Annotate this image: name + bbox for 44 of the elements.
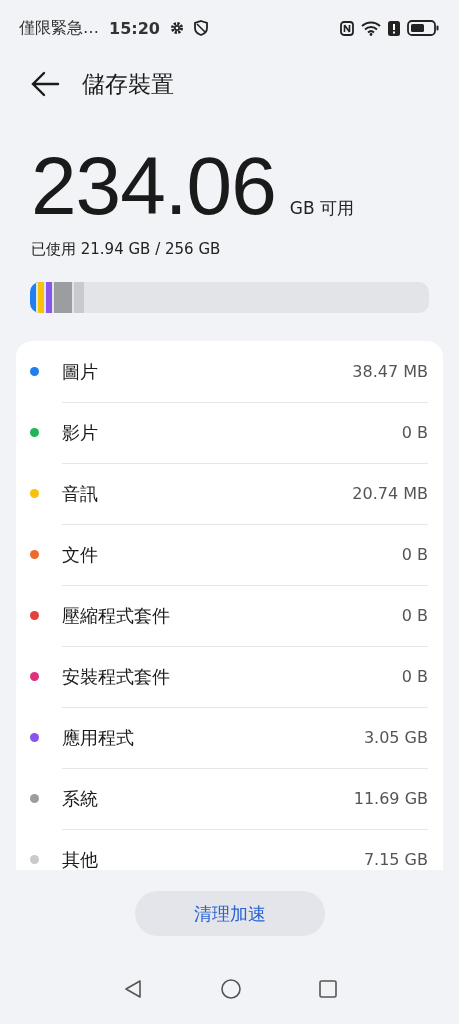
category-name: 系統	[62, 786, 99, 811]
category-row[interactable]: 其他 7.15 GB	[16, 829, 443, 870]
back-button[interactable]	[30, 71, 60, 97]
category-name: 文件	[62, 542, 99, 567]
category-size: 38.47 MB	[352, 362, 428, 381]
category-name: 安裝程式套件	[62, 664, 171, 689]
category-name: 影片	[62, 420, 99, 445]
wifi-icon	[361, 20, 381, 36]
category-size: 7.15 GB	[363, 850, 428, 869]
category-name: 壓縮程式套件	[62, 603, 171, 628]
category-name: 音訊	[62, 481, 99, 506]
category-row[interactable]: 圖片 38.47 MB	[16, 341, 443, 402]
recents-nav-icon[interactable]	[318, 980, 337, 998]
shield-icon	[193, 20, 208, 36]
category-name: 應用程式	[62, 725, 135, 750]
category-size: 20.74 MB	[352, 484, 428, 503]
battery-icon	[407, 20, 439, 36]
clean-up-button[interactable]: 清理加速	[134, 891, 325, 936]
page-title: 儲存裝置	[82, 69, 174, 99]
nfc-icon	[340, 20, 354, 36]
back-nav-icon[interactable]	[122, 979, 143, 999]
category-row[interactable]: 音訊 20.74 MB	[16, 463, 443, 524]
home-nav-icon[interactable]	[220, 979, 241, 999]
category-name: 圖片	[62, 359, 99, 384]
category-size: 0 B	[401, 606, 428, 625]
available-space: 234.06	[31, 142, 276, 230]
category-size: 0 B	[401, 667, 428, 686]
back-arrow-icon	[30, 71, 60, 97]
alert-icon	[388, 20, 400, 36]
used-space-text: 已使用 21.94 GB / 256 GB	[31, 240, 222, 259]
available-unit: GB 可用	[289, 197, 355, 220]
category-row[interactable]: 壓縮程式套件 0 B	[16, 585, 443, 646]
category-size: 11.69 GB	[353, 789, 428, 808]
category-size: 0 B	[401, 545, 428, 564]
category-size: 3.05 GB	[363, 728, 428, 747]
clock-time: 15:20	[109, 18, 160, 38]
category-row[interactable]: 影片 0 B	[16, 402, 443, 463]
category-row[interactable]: 應用程式 3.05 GB	[16, 707, 443, 768]
category-row[interactable]: 安裝程式套件 0 B	[16, 646, 443, 707]
category-row[interactable]: 系統 11.69 GB	[16, 768, 443, 829]
category-size: 0 B	[401, 423, 428, 442]
category-name: 其他	[62, 847, 99, 870]
category-row[interactable]: 文件 0 B	[16, 524, 443, 585]
carrier-text: 僅限緊急…	[19, 17, 99, 39]
